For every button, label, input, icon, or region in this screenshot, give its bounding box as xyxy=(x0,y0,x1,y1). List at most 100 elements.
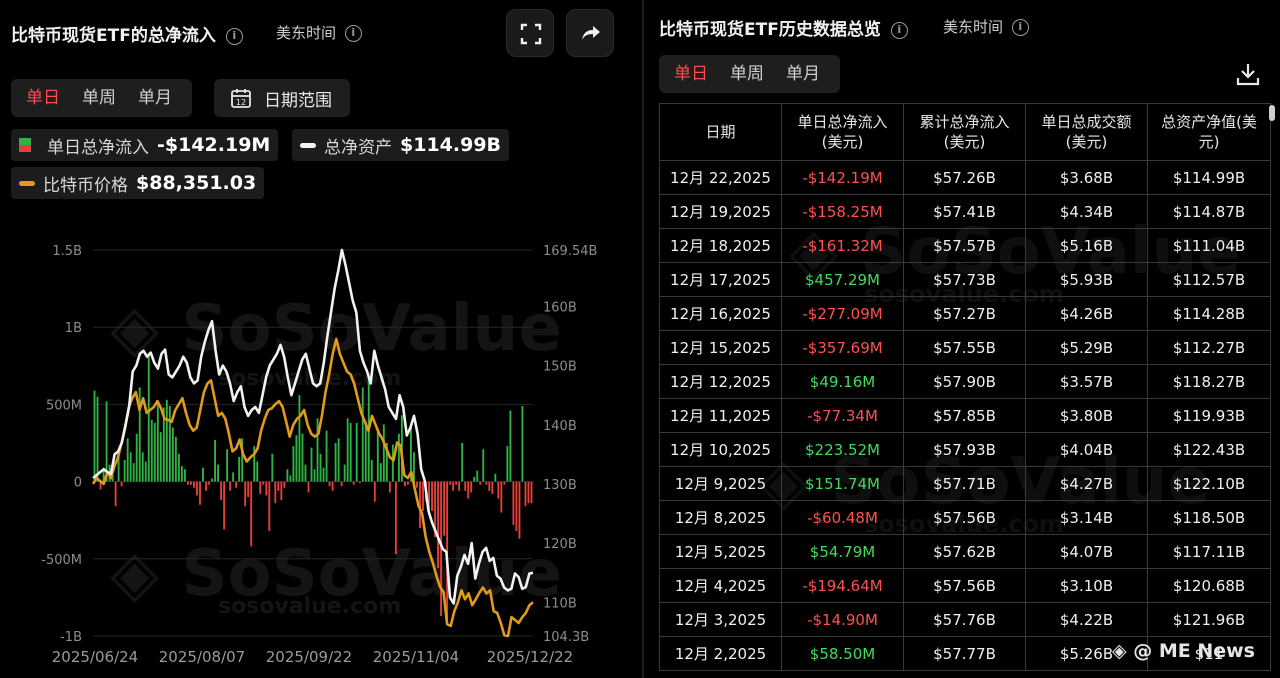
flow-bar xyxy=(93,390,96,482)
table-cell: 12月 2,2025 xyxy=(659,636,782,671)
table-title: 比特币现货ETF历史数据总览 i xyxy=(659,15,908,40)
table-cell: $151.74M xyxy=(781,466,904,501)
table-cell: $119.93B xyxy=(1147,398,1271,433)
table-cell: 12月 16,2025 xyxy=(659,296,782,331)
table-cell: 12月 18,2025 xyxy=(659,228,782,263)
table-row[interactable]: 12月 17,2025 $457.29M $57.73B $5.93B $112.57B xyxy=(659,262,1271,297)
table-row[interactable]: 12月 12,2025 $49.16M $57.90B $3.57B $118.27B xyxy=(659,364,1271,399)
table-cell: -$194.64M xyxy=(781,568,904,603)
column-header[interactable]: 累计总净流入(美元) xyxy=(903,103,1026,161)
download-icon[interactable] xyxy=(1234,60,1262,88)
flow-bar xyxy=(313,469,316,482)
table-row[interactable]: 12月 16,2025 -$277.09M $57.27B $4.26B $114.28… xyxy=(659,296,1271,331)
table-cell: 12月 3,2025 xyxy=(659,602,782,637)
flow-bar xyxy=(295,435,298,482)
table-row[interactable]: 12月 15,2025 -$357.69M $57.55B $5.29B $112.27… xyxy=(659,330,1271,365)
flow-bar xyxy=(301,433,304,482)
table-cell: $54.79M xyxy=(781,534,904,569)
table-cell: 12月 19,2025 xyxy=(659,194,782,229)
flow-bar xyxy=(256,461,259,482)
column-header[interactable]: 单日总成交额(美元) xyxy=(1025,103,1148,161)
table-cell: 12月 8,2025 xyxy=(659,500,782,535)
flow-bar xyxy=(509,410,512,482)
flow-bar xyxy=(238,456,241,482)
flow-bar xyxy=(292,446,295,482)
table-row[interactable]: 12月 8,2025 -$60.48M $57.56B $3.14B $118.50B xyxy=(659,500,1271,535)
flow-bar xyxy=(319,453,322,482)
flow-bar xyxy=(177,453,180,482)
table-row[interactable]: 12月 19,2025 -$158.25M $57.41B $4.34B $114.87… xyxy=(659,194,1271,229)
table-row[interactable]: 12月 10,2025 $223.52M $57.93B $4.04B $122.43B xyxy=(659,432,1271,467)
chart-panel: 比特币现货ETF的总净流入 i 美东时间 i 单日 单周 单月 12 日期范围 xyxy=(0,0,642,678)
tab-monthly[interactable]: 单月 xyxy=(775,55,831,93)
table-row[interactable]: 12月 9,2025 $151.74M $57.71B $4.27B $122.10B xyxy=(659,466,1271,501)
table-row[interactable]: 12月 18,2025 -$161.32M $57.57B $5.16B $111.04… xyxy=(659,228,1271,263)
y-right-tick-label: 160B xyxy=(543,300,577,315)
flow-bar xyxy=(325,430,328,482)
flow-bar xyxy=(259,481,262,494)
flow-bar xyxy=(458,481,461,491)
table-cell: $114.28B xyxy=(1147,296,1271,331)
table-cell: $57.71B xyxy=(903,466,1026,501)
flow-bar xyxy=(214,439,216,482)
flow-chart[interactable]: ◈ SoSoValuesosovalue.com◈ SoSoValuesosov… xyxy=(0,0,642,678)
table-cell: $3.14B xyxy=(1025,500,1148,535)
table-cell: $4.22B xyxy=(1025,602,1148,637)
flow-bar xyxy=(476,470,479,482)
flow-bar xyxy=(515,481,518,532)
y-left-tick-label: -1B xyxy=(60,630,82,645)
table-cell: $3.10B xyxy=(1025,568,1148,603)
flow-bar xyxy=(500,481,503,513)
chart-watermark: ◈ SoSoValue xyxy=(110,292,562,366)
table-cell: $4.27B xyxy=(1025,466,1148,501)
table-cell: $3.57B xyxy=(1025,364,1148,399)
flow-bar xyxy=(265,481,268,496)
flow-bar xyxy=(397,433,400,482)
flow-bar xyxy=(208,481,210,485)
table-row[interactable]: 12月 3,2025 -$14.90M $57.76B $4.22B $121.96B xyxy=(659,602,1271,637)
flow-bar xyxy=(232,472,235,482)
table-row[interactable]: 12月 22,2025 -$142.19M $57.26B $3.68B $114.99… xyxy=(659,160,1271,195)
flow-bar xyxy=(352,481,355,485)
table-cell: $117.11B xyxy=(1147,534,1271,569)
column-header[interactable]: 总资产净值(美元) xyxy=(1147,103,1271,161)
flow-bar xyxy=(364,421,367,482)
table-row[interactable]: 12月 5,2025 $54.79M $57.62B $4.07B $117.11B xyxy=(659,534,1271,569)
flow-bar xyxy=(277,481,280,491)
column-header[interactable]: 日期 xyxy=(659,103,782,161)
tab-daily[interactable]: 单日 xyxy=(663,55,719,93)
table-cell: -$357.69M xyxy=(781,330,904,365)
flow-bar xyxy=(262,481,265,485)
flow-bar xyxy=(168,405,171,482)
flow-bar xyxy=(123,459,126,482)
table-cell: $122.43B xyxy=(1147,432,1271,467)
table-cell: $457.29M xyxy=(781,262,904,297)
table-row[interactable]: 12月 4,2025 -$194.64M $57.56B $3.10B $120.68B xyxy=(659,568,1271,603)
table-cell: $118.50B xyxy=(1147,500,1271,535)
chart-watermark: sosovalue.com xyxy=(218,594,401,619)
x-tick-label: 2025/11/04 xyxy=(373,648,459,666)
y-left-tick-label: 1.5B xyxy=(52,244,82,259)
flow-bar xyxy=(183,469,186,482)
flow-bar xyxy=(358,481,361,484)
y-right-tick-label: 104.3B xyxy=(543,630,589,645)
period-tabs: 单日 单周 单月 xyxy=(659,55,840,93)
table-row[interactable]: 12月 11,2025 -$77.34M $57.85B $3.80B $119.93B xyxy=(659,398,1271,433)
info-icon[interactable]: i xyxy=(1011,19,1029,36)
info-icon[interactable]: i xyxy=(890,21,908,39)
flow-bar xyxy=(283,481,286,488)
table-cell: -$60.48M xyxy=(781,500,904,535)
flow-bar xyxy=(518,481,521,539)
x-tick-label: 2025/06/24 xyxy=(52,648,138,666)
flow-bar xyxy=(310,447,313,482)
timezone-label: 美东时间 i xyxy=(943,16,1029,37)
table-cell: 12月 9,2025 xyxy=(659,466,782,501)
column-header[interactable]: 单日总净流入(美元) xyxy=(781,103,904,161)
flow-bar xyxy=(96,396,99,482)
tab-weekly[interactable]: 单周 xyxy=(719,55,775,93)
table-panel: 比特币现货ETF历史数据总览 i 美东时间 i 单日 单周 单月 ◈ SoSoV… xyxy=(644,0,1280,678)
y-left-tick-label: 500M xyxy=(46,398,82,413)
table-scrollbar[interactable] xyxy=(1269,105,1275,121)
flow-bar xyxy=(491,481,494,494)
y-right-tick-label: 140B xyxy=(543,419,577,434)
